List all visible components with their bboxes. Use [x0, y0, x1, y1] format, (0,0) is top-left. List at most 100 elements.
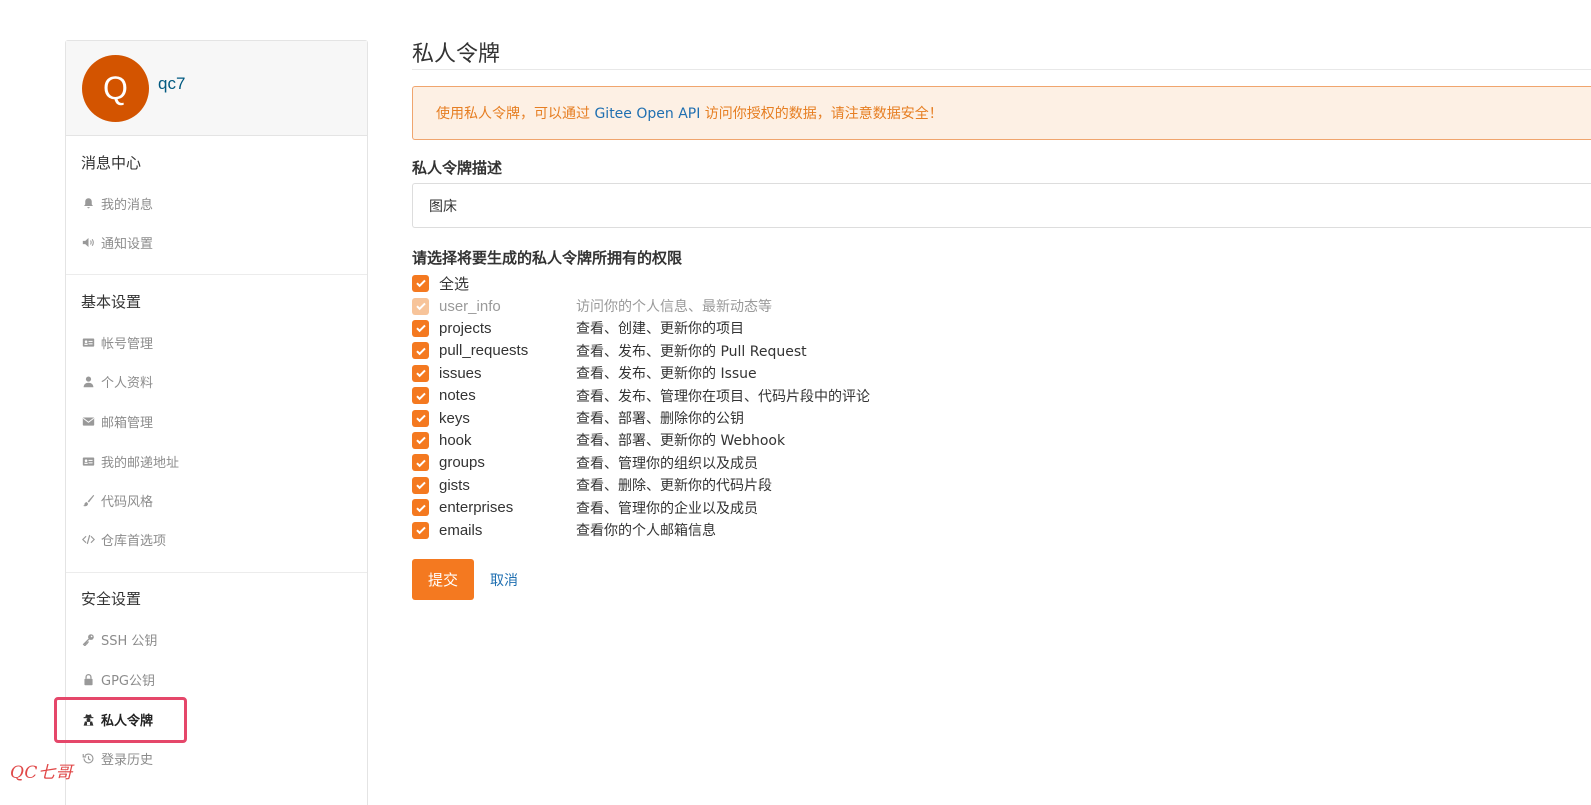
cancel-link[interactable]: 取消 [490, 570, 518, 590]
permission-description: 查看、发布、管理你在项目、代码片段中的评论 [576, 388, 870, 405]
permission-checkbox[interactable] [412, 319, 429, 337]
bell-icon [80, 196, 96, 210]
username-link[interactable]: qc7 [158, 74, 185, 94]
permission-description: 访问你的个人信息、最新动态等 [576, 299, 772, 315]
section-title-basic: 基本设置 [81, 293, 142, 311]
sidebar-item-address[interactable]: 我的邮递地址 [80, 450, 179, 472]
permission-description: 查看、管理你的组织以及成员 [576, 455, 758, 472]
description-label: 私人令牌描述 [412, 159, 503, 177]
sidebar-item-label: 我的消息 [101, 197, 154, 213]
sidebar-item-repo-prefs[interactable]: 仓库首选项 [80, 528, 166, 550]
permissions-label: 请选择将要生成的私人令牌所拥有的权限 [412, 249, 683, 267]
permission-description: 查看你的个人邮箱信息 [576, 523, 716, 539]
sidebar-item-notification-settings[interactable]: 通知设置 [80, 231, 153, 253]
submit-button[interactable]: 提交 [412, 559, 474, 600]
permission-name: notes [439, 387, 476, 405]
sidebar-item-my-messages[interactable]: 我的消息 [80, 192, 153, 214]
highlight-box [54, 697, 187, 743]
envelope-icon [80, 414, 96, 428]
permission-name: pull_requests [439, 342, 529, 360]
sidebar-item-email[interactable]: 邮箱管理 [80, 410, 153, 432]
user-icon [80, 374, 96, 388]
select-all-row[interactable]: 全选 [412, 272, 576, 294]
sidebar-item-label: 仓库首选项 [101, 533, 167, 549]
brush-icon [80, 493, 96, 507]
permission-row-groups[interactable]: groups 查看、管理你的组织以及成员 [412, 452, 758, 474]
sidebar-item-gpg-keys[interactable]: GPG公钥 [80, 668, 155, 690]
permission-name: groups [439, 454, 485, 472]
sidebar-item-label: 个人资料 [101, 375, 154, 391]
permission-row-hook[interactable]: hook 查看、部署、更新你的 Webhook [412, 429, 785, 451]
select-all-label: 全选 [439, 275, 470, 293]
section-title-security: 安全设置 [81, 590, 142, 608]
permission-checkbox[interactable] [412, 521, 429, 539]
permission-name: gists [439, 476, 470, 494]
permission-name: projects [439, 319, 492, 337]
avatar[interactable]: Q [82, 55, 149, 122]
code-icon [80, 532, 96, 546]
sidebar-item-label: GPG公钥 [101, 673, 155, 689]
permission-row-notes[interactable]: notes 查看、发布、管理你在项目、代码片段中的评论 [412, 385, 870, 407]
permission-description: 查看、管理你的企业以及成员 [576, 500, 758, 517]
select-all-checkbox[interactable] [412, 274, 429, 292]
permission-name: enterprises [439, 499, 514, 517]
permission-checkbox [412, 297, 429, 315]
permission-description: 查看、部署、更新你的 Webhook [576, 433, 786, 450]
permission-name: issues [439, 364, 482, 382]
id-card-icon [80, 335, 96, 349]
permission-description: 查看、删除、更新你的代码片段 [576, 478, 772, 495]
info-notice: 使用私人令牌，可以通过 Gitee Open API 访问你授权的数据，请注意数… [412, 86, 1591, 140]
permission-checkbox[interactable] [412, 409, 429, 427]
sidebar-item-label: 我的邮递地址 [101, 455, 180, 471]
permission-checkbox[interactable] [412, 364, 429, 382]
permission-description: 查看、发布、更新你的 Issue [576, 366, 757, 383]
key-icon [80, 632, 96, 646]
divider [66, 274, 367, 275]
page-title: 私人令牌 [412, 42, 501, 67]
divider [66, 572, 367, 573]
permission-row-projects[interactable]: projects 查看、创建、更新你的项目 [412, 317, 744, 339]
permission-checkbox[interactable] [412, 431, 429, 449]
permission-row-emails[interactable]: emails 查看你的个人邮箱信息 [412, 519, 716, 541]
permission-name: hook [439, 431, 472, 449]
sidebar-item-label: 邮箱管理 [101, 415, 154, 431]
lock-icon [80, 672, 96, 686]
permission-description: 查看、发布、更新你的 Pull Request [576, 343, 807, 360]
sidebar-item-label: 帐号管理 [101, 336, 154, 352]
permission-checkbox[interactable] [412, 342, 429, 360]
notice-suffix: 访问你授权的数据，请注意数据安全！ [700, 106, 943, 122]
user-header: Q qc7 [66, 41, 367, 136]
sidebar-item-label: 通知设置 [101, 236, 154, 252]
permission-row-issues[interactable]: issues 查看、发布、更新你的 Issue [412, 362, 757, 384]
settings-sidebar: Q qc7 消息中心 我的消息 通知设置 基本设置 帐号管理 个人资料 邮箱管理… [65, 40, 368, 805]
sidebar-item-account[interactable]: 帐号管理 [80, 331, 153, 353]
permission-description: 查看、创建、更新你的项目 [576, 321, 744, 338]
gitee-open-api-link[interactable]: Gitee Open API [594, 106, 700, 122]
permission-checkbox[interactable] [412, 476, 429, 494]
token-description-input[interactable] [412, 183, 1591, 228]
sidebar-item-profile[interactable]: 个人资料 [80, 370, 153, 392]
permission-row-keys[interactable]: keys 查看、部署、删除你的公钥 [412, 407, 744, 429]
history-icon [80, 751, 96, 765]
permission-description: 查看、部署、删除你的公钥 [576, 411, 744, 427]
sidebar-item-label: 代码风格 [101, 494, 154, 510]
watermark: QC七哥 [10, 763, 73, 783]
sidebar-item-code-style[interactable]: 代码风格 [80, 489, 153, 511]
permission-name: user_info [439, 297, 501, 315]
sidebar-item-ssh-keys[interactable]: SSH 公钥 [80, 628, 157, 650]
permission-row-pull_requests[interactable]: pull_requests 查看、发布、更新你的 Pull Request [412, 340, 807, 362]
permission-row-user_info: user_info 访问你的个人信息、最新动态等 [412, 295, 772, 317]
sidebar-item-label: SSH 公钥 [101, 633, 158, 649]
notice-prefix: 使用私人令牌，可以通过 [436, 106, 595, 122]
permission-name: keys [439, 409, 470, 427]
volume-icon [80, 235, 96, 249]
address-card-icon [80, 454, 96, 468]
section-title-messages: 消息中心 [81, 154, 142, 172]
permission-row-enterprises[interactable]: enterprises 查看、管理你的企业以及成员 [412, 497, 758, 519]
permission-checkbox[interactable] [412, 499, 429, 517]
permission-checkbox[interactable] [412, 387, 429, 405]
permission-checkbox[interactable] [412, 454, 429, 472]
permission-row-gists[interactable]: gists 查看、删除、更新你的代码片段 [412, 474, 772, 496]
sidebar-item-label: 登录历史 [101, 752, 154, 768]
sidebar-item-login-history[interactable]: 登录历史 [80, 747, 153, 769]
